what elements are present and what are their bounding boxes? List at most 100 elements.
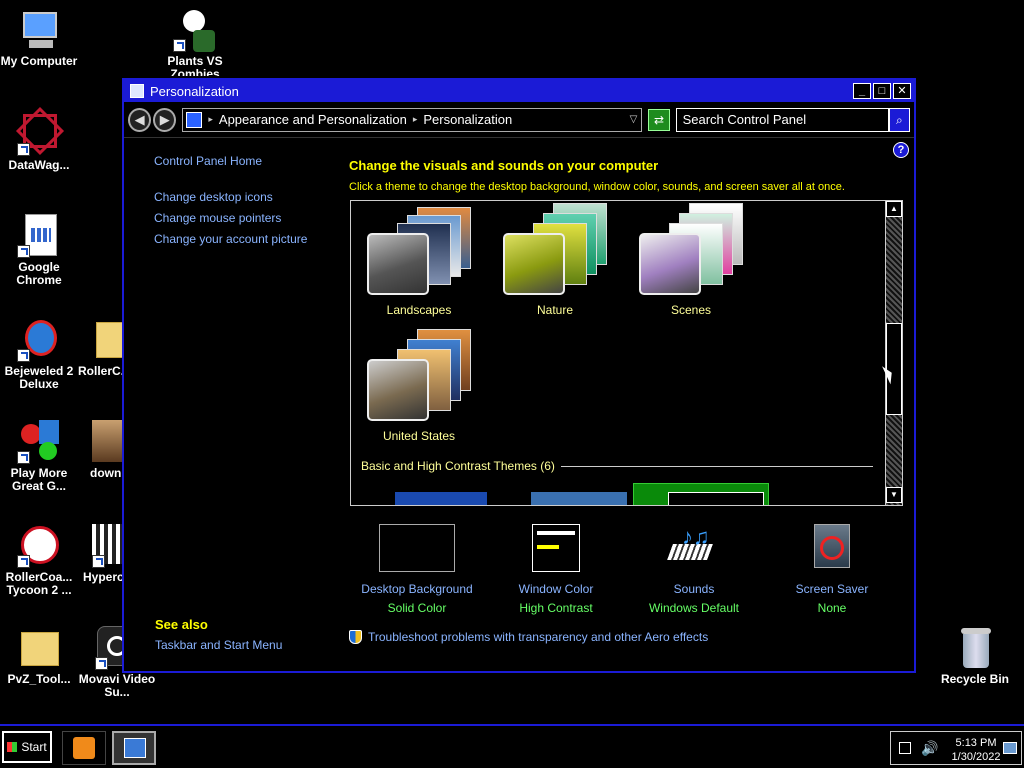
shortcut-arrow-icon — [92, 555, 105, 568]
theme-landscapes[interactable]: Landscapes — [351, 201, 487, 325]
window-color-button[interactable]: Window Color High Contrast — [491, 524, 621, 615]
photo-icon — [92, 420, 122, 464]
help-icon[interactable]: ? — [893, 142, 909, 158]
desktop-icon-label: Recycle Bin — [940, 672, 1010, 686]
troubleshoot-link[interactable]: Troubleshoot problems with transparency … — [349, 630, 708, 644]
desktop-icon-label: Plants VS Zombies — [167, 54, 223, 77]
recycle-bin-icon — [953, 626, 997, 670]
clock-time: 5:13 PM — [955, 737, 997, 749]
shortcut-arrow-icon — [17, 143, 30, 156]
desktop-icon-label: PvZ_Tool... — [7, 672, 71, 686]
folder-icon — [17, 626, 61, 670]
start-button[interactable]: Start — [2, 731, 52, 763]
camera-icon — [92, 524, 122, 568]
chevron-right-icon[interactable]: ▸ — [413, 114, 418, 125]
vertical-scrollbar[interactable]: ▲ ▼ — [885, 201, 902, 505]
maximize-button[interactable]: □ — [873, 83, 891, 99]
desktop-icon-label: Movavi Video Su... — [78, 672, 156, 699]
close-button[interactable]: ✕ — [893, 83, 911, 99]
personalization-icon — [130, 84, 144, 98]
sounds-value: Windows Default — [648, 601, 740, 615]
taskbar-media-player[interactable] — [62, 731, 106, 765]
desktop-background-label: Desktop Background — [361, 582, 473, 596]
desktop-icon-hypercam[interactable]: Hyperc... — [78, 524, 122, 584]
desktop-icon-recycle-bin[interactable]: Recycle Bin — [936, 626, 1014, 686]
desktop-background-button[interactable]: Desktop Background Solid Color — [352, 524, 482, 615]
theme-nature[interactable]: Nature — [487, 201, 623, 325]
breadcrumb-personalization[interactable]: Personalization — [423, 112, 512, 127]
navigation-bar: ◀ ▶ ▸ Appearance and Personalization ▸ P… — [124, 102, 914, 138]
landscapes-theme-thumbnail — [367, 201, 487, 301]
minimize-button[interactable]: _ — [853, 83, 871, 99]
basic-theme-thumbnail[interactable] — [531, 492, 627, 505]
screen-saver-button[interactable]: Screen Saver None — [767, 524, 897, 615]
star-logo-icon — [15, 106, 65, 156]
desktop-icon-label: downl... — [90, 466, 122, 480]
forward-button[interactable]: ▶ — [153, 107, 177, 132]
desktop-icon-rollercoaster-folder[interactable]: RollerC... — [78, 318, 122, 378]
sounds-button[interactable]: ♪♫ Sounds Windows Default — [629, 524, 759, 615]
page-title: Change the visuals and sounds on your co… — [349, 158, 659, 173]
left-pane: Control Panel Home Change desktop icons … — [154, 154, 307, 253]
network-icon[interactable] — [899, 742, 911, 754]
folder-icon — [96, 318, 122, 362]
theme-scenes[interactable]: Scenes — [623, 201, 759, 325]
games-icon — [17, 420, 61, 464]
windows-logo-icon — [7, 742, 18, 752]
control-panel-home-link[interactable]: Control Panel Home — [154, 154, 307, 168]
volume-icon[interactable]: 🔊 — [921, 740, 938, 757]
desktop-icon-download[interactable]: downl... — [78, 420, 122, 480]
basic-theme-thumbnail[interactable] — [633, 483, 769, 505]
back-button[interactable]: ◀ — [128, 107, 152, 132]
desktop-icon-bejeweled[interactable]: Bejeweled 2 Deluxe — [0, 318, 78, 391]
desktop-icon-plants-vs-zombies[interactable]: Plants VS Zombies — [156, 8, 234, 76]
taskbar-control-panel[interactable] — [112, 731, 156, 765]
window-color-value: High Contrast — [519, 601, 593, 615]
document-icon — [17, 214, 61, 258]
desktop-icon-label: RollerCoa... Tycoon 2 ... — [5, 570, 73, 597]
basic-theme-thumbnail[interactable] — [395, 492, 487, 505]
see-also-section: See also Taskbar and Start Menu — [155, 617, 282, 652]
desktop-icon-label: Play More Great G... — [10, 466, 68, 493]
desktop-icon-label: My Computer — [0, 54, 78, 68]
scenes-theme-thumbnail — [639, 201, 759, 301]
address-bar[interactable]: ▸ Appearance and Personalization ▸ Perso… — [182, 107, 643, 132]
desktop-icon-google-chrome[interactable]: Google Chrome — [0, 214, 78, 287]
see-also-heading: See also — [155, 617, 208, 632]
refresh-button[interactable]: ⇄ — [648, 108, 670, 131]
theme-label: Scenes — [670, 303, 712, 317]
united-states-theme-thumbnail — [367, 327, 487, 427]
scroll-up-button[interactable]: ▲ — [886, 201, 902, 217]
title-bar[interactable]: Personalization _ □ ✕ — [124, 80, 914, 102]
change-desktop-icons-link[interactable]: Change desktop icons — [154, 190, 307, 204]
desktop-icon-label: Google Chrome — [16, 260, 62, 287]
shortcut-arrow-icon — [17, 245, 30, 258]
chevron-right-icon[interactable]: ▸ — [208, 114, 213, 125]
scroll-down-button[interactable]: ▼ — [886, 487, 902, 503]
flower-icon — [173, 8, 217, 52]
change-mouse-pointers-link[interactable]: Change mouse pointers — [154, 211, 307, 225]
taskbar-start-menu-link[interactable]: Taskbar and Start Menu — [155, 638, 282, 652]
change-account-picture-link[interactable]: Change your account picture — [154, 232, 307, 246]
search-input[interactable] — [675, 107, 889, 132]
screen-saver-value: None — [817, 601, 847, 615]
breadcrumb-appearance[interactable]: Appearance and Personalization — [219, 112, 407, 127]
window-title: Personalization — [150, 83, 239, 99]
desktop-icon-datawag[interactable]: DataWag... — [0, 106, 78, 172]
clock[interactable]: 5:13 PM 1/30/2022 — [949, 736, 1003, 764]
chevron-down-icon[interactable]: ▽ — [630, 114, 638, 125]
game-logo-icon — [17, 524, 61, 568]
desktop-icon-rollercoaster-tycoon[interactable]: RollerCoa... Tycoon 2 ... — [0, 524, 78, 597]
basic-themes-header[interactable]: Basic and High Contrast Themes (6) — [361, 459, 873, 473]
clock-date: 1/30/2022 — [951, 751, 1001, 763]
desktop-icon-play-more-games[interactable]: Play More Great G... — [0, 420, 78, 493]
shortcut-arrow-icon — [95, 657, 108, 670]
search-icon[interactable]: ⌕ — [888, 107, 911, 132]
theme-united-states[interactable]: United States — [351, 327, 487, 451]
theme-list: Landscapes Nature Scenes United States B… — [350, 200, 903, 506]
music-notes-icon: ♪♫ — [656, 524, 732, 572]
desktop-icon-my-computer[interactable]: My Computer — [0, 8, 78, 68]
desktop-icon-pvz-tool[interactable]: PvZ_Tool... — [0, 626, 78, 686]
system-tray: 🔊 5:13 PM 1/30/2022 — [890, 731, 1022, 765]
show-desktop-icon[interactable] — [1003, 742, 1017, 754]
